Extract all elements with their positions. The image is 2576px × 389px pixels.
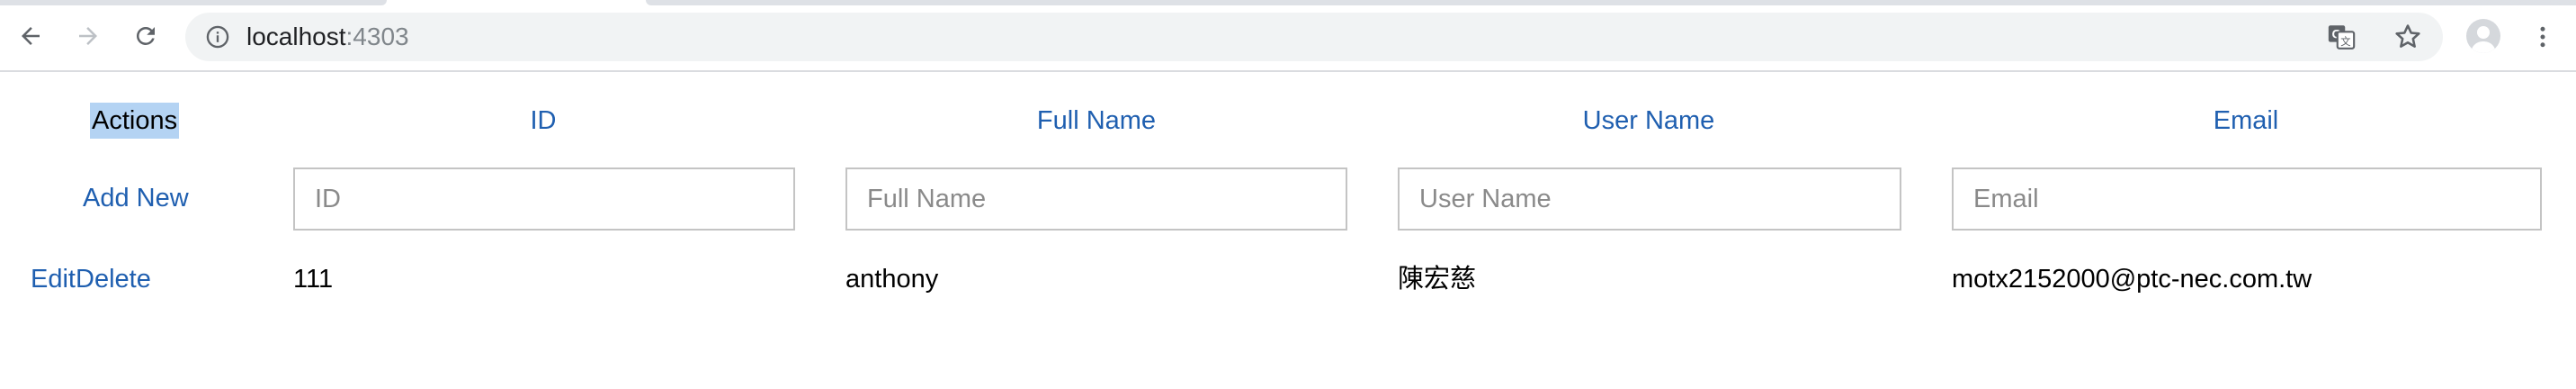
translate-icon[interactable]: G 文: [2326, 22, 2357, 52]
edit-link[interactable]: Edit: [31, 261, 76, 297]
row-id: 111: [293, 265, 334, 294]
header-email: Email: [2213, 106, 2279, 135]
id-input[interactable]: [293, 167, 795, 231]
reload-icon: [136, 26, 155, 45]
url-port: :4303: [345, 23, 409, 50]
header-full-name: Full Name: [1036, 106, 1157, 135]
header-user-name: User Name: [1582, 106, 1715, 135]
forward-button[interactable]: [68, 16, 108, 56]
delete-link[interactable]: Delete: [76, 261, 151, 297]
back-button[interactable]: [11, 16, 50, 56]
address-bar[interactable]: localhost:4303: [185, 13, 2443, 61]
kebab-menu-icon[interactable]: [2529, 22, 2556, 52]
arrow-left-icon: [22, 27, 40, 45]
header-actions: Actions: [90, 103, 180, 139]
arrow-right-icon: [79, 27, 97, 45]
email-input[interactable]: [1952, 167, 2542, 231]
star-icon[interactable]: [2393, 22, 2423, 52]
header-id: ID: [530, 106, 557, 135]
user-name-input[interactable]: [1398, 167, 1901, 231]
person-icon: [2471, 26, 2496, 53]
url-host: localhost: [246, 23, 346, 50]
row-full-name: anthony: [845, 265, 939, 294]
row-user-name: 陳宏慈: [1398, 265, 1477, 294]
browser-toolbar: localhost:4303 G 文: [0, 0, 2576, 72]
avatar[interactable]: [2466, 19, 2500, 53]
svg-text:文: 文: [2340, 35, 2350, 48]
reload-button[interactable]: [126, 16, 165, 56]
tab-strip-edge: [646, 0, 2576, 5]
row-email: motx2152000@ptc-nec.com.tw: [1952, 265, 2312, 294]
add-new-link[interactable]: Add New: [83, 180, 189, 216]
url-text: localhost:4303: [246, 13, 409, 61]
tab-strip-edge: [0, 0, 387, 5]
info-icon[interactable]: [205, 24, 230, 50]
full-name-input[interactable]: [845, 167, 1347, 231]
